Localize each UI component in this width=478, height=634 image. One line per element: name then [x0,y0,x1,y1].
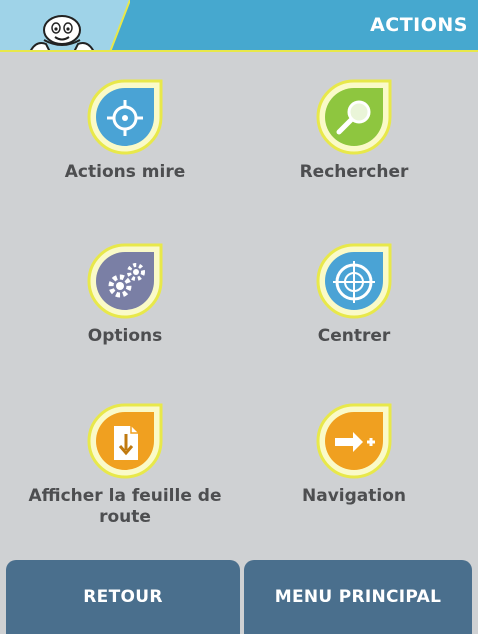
actions-mire-button[interactable]: Actions mire [25,78,225,183]
navigation-button[interactable]: Navigation [254,402,454,507]
back-button[interactable]: RETOUR [6,560,240,634]
michelin-logo [0,0,130,50]
rechercher-button[interactable]: Rechercher [254,78,454,183]
tile-label: Options [87,326,163,346]
tile-label: Navigation [302,486,406,506]
roadsheet-icon [87,403,163,479]
main-menu-button[interactable]: MENU PRINCIPAL [244,560,472,634]
arrow-plus-icon [316,403,392,479]
options-button[interactable]: Options [25,242,225,347]
tile-label: Afficher la feuille de route [28,486,222,527]
tile-label: Rechercher [299,162,409,182]
page-title: ACTIONS [370,14,468,36]
target-icon [316,243,392,319]
tile-label: Actions mire [64,162,186,182]
afficher-feuille-de-route-button[interactable]: Afficher la feuille de route [25,402,225,528]
crosshair-icon [87,79,163,155]
tile-label: Centrer [317,326,391,346]
centrer-button[interactable]: Centrer [254,242,454,347]
gears-icon [87,243,163,319]
magnifier-icon [316,79,392,155]
header-bar: ACTIONS [0,0,478,52]
actions-grid: Actions mire Rechercher Options Centrer … [0,52,478,558]
